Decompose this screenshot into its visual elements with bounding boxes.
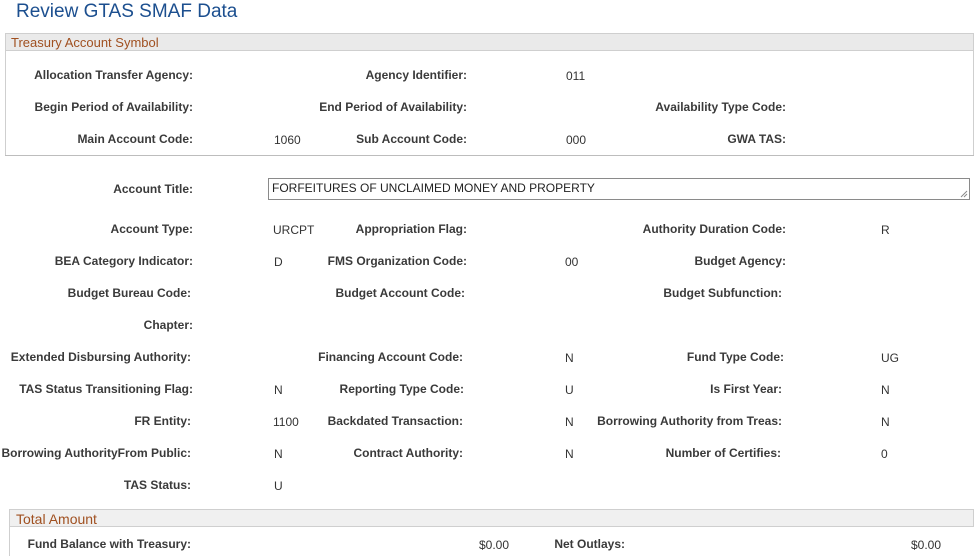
- authority-duration-code-value: R: [881, 223, 890, 237]
- fr-entity-label: FR Entity:: [134, 414, 191, 428]
- sub-account-code-label: Sub Account Code:: [356, 132, 467, 146]
- total-amount-header: Total Amount: [9, 509, 974, 527]
- fund-balance-label: Fund Balance with Treasury:: [27, 537, 191, 551]
- budget-subfunction-label: Budget Subfunction:: [663, 286, 782, 300]
- borrowing-authority-public-label: Borrowing AuthorityFrom Public:: [1, 446, 191, 460]
- sub-account-code-value: 000: [566, 133, 587, 147]
- net-outlays-value: $0.00: [911, 538, 942, 552]
- contract-authority-label: Contract Authority:: [353, 446, 463, 460]
- fms-organization-code-value: 00: [565, 255, 579, 269]
- is-first-year-value: N: [881, 383, 890, 397]
- begin-period-label: Begin Period of Availability:: [34, 100, 193, 114]
- main-account-code-value: 1060: [274, 133, 301, 147]
- net-outlays-label: Net Outlays:: [554, 537, 625, 551]
- budget-bureau-code-label: Budget Bureau Code:: [67, 286, 191, 300]
- account-title-textarea[interactable]: FORFEITURES OF UNCLAIMED MONEY AND PROPE…: [268, 178, 970, 200]
- number-of-certifies-value: 0: [881, 447, 888, 461]
- number-of-certifies-label: Number of Certifies:: [665, 446, 781, 460]
- fms-organization-code-label: FMS Organization Code:: [327, 254, 467, 268]
- budget-agency-label: Budget Agency:: [694, 254, 786, 268]
- fr-entity-value: 1100: [273, 415, 299, 429]
- extended-disbursing-authority-label: Extended Disbursing Authority:: [10, 350, 191, 364]
- borrowing-authority-public-value: N: [274, 447, 283, 461]
- tas-status-value: U: [274, 479, 283, 493]
- authority-duration-code-label: Authority Duration Code:: [642, 222, 786, 236]
- financing-account-code-value: N: [565, 351, 574, 365]
- borrowing-authority-treas-label: Borrowing Authority from Treas:: [597, 414, 782, 428]
- section-divider: [5, 155, 974, 156]
- reporting-type-code-label: Reporting Type Code:: [339, 382, 464, 396]
- availability-type-code-label: Availability Type Code:: [655, 100, 786, 114]
- allocation-transfer-agency-label: Allocation Transfer Agency:: [34, 68, 193, 82]
- agency-identifier-label: Agency Identifier:: [365, 68, 467, 82]
- gwa-tas-label: GWA TAS:: [727, 132, 786, 146]
- resize-grip-icon[interactable]: [960, 190, 968, 198]
- backdated-transaction-value: N: [565, 415, 574, 429]
- fund-type-code-label: Fund Type Code:: [686, 350, 784, 364]
- account-type-value: URCPT: [273, 223, 315, 237]
- reporting-type-code-value: U: [565, 383, 574, 397]
- contract-authority-value: N: [565, 447, 574, 461]
- is-first-year-label: Is First Year:: [710, 382, 782, 396]
- main-account-code-label: Main Account Code:: [77, 132, 193, 146]
- treasury-section-header: Treasury Account Symbol: [5, 33, 974, 51]
- end-period-label: End Period of Availability:: [319, 100, 467, 114]
- account-title-value: FORFEITURES OF UNCLAIMED MONEY AND PROPE…: [272, 181, 595, 195]
- bea-category-indicator-label: BEA Category Indicator:: [54, 254, 193, 268]
- tas-status-label: TAS Status:: [123, 478, 191, 492]
- page-title: Review GTAS SMAF Data: [16, 1, 238, 22]
- backdated-transaction-label: Backdated Transaction:: [327, 414, 463, 428]
- appropriation-flag-label: Appropriation Flag:: [355, 222, 467, 236]
- chapter-label: Chapter:: [143, 318, 193, 332]
- borrowing-authority-treas-value: N: [881, 415, 890, 429]
- tas-status-transitioning-flag-label: TAS Status Transitioning Flag:: [19, 382, 193, 396]
- account-type-label: Account Type:: [110, 222, 193, 236]
- fund-type-code-value: UG: [881, 351, 899, 365]
- tas-status-transitioning-flag-value: N: [274, 383, 283, 397]
- budget-account-code-label: Budget Account Code:: [335, 286, 465, 300]
- account-title-label: Account Title:: [113, 182, 193, 196]
- agency-identifier-value: 011: [566, 69, 586, 83]
- financing-account-code-label: Financing Account Code:: [318, 350, 463, 364]
- fund-balance-value: $0.00: [479, 538, 510, 552]
- bea-category-indicator-value: D: [274, 255, 283, 269]
